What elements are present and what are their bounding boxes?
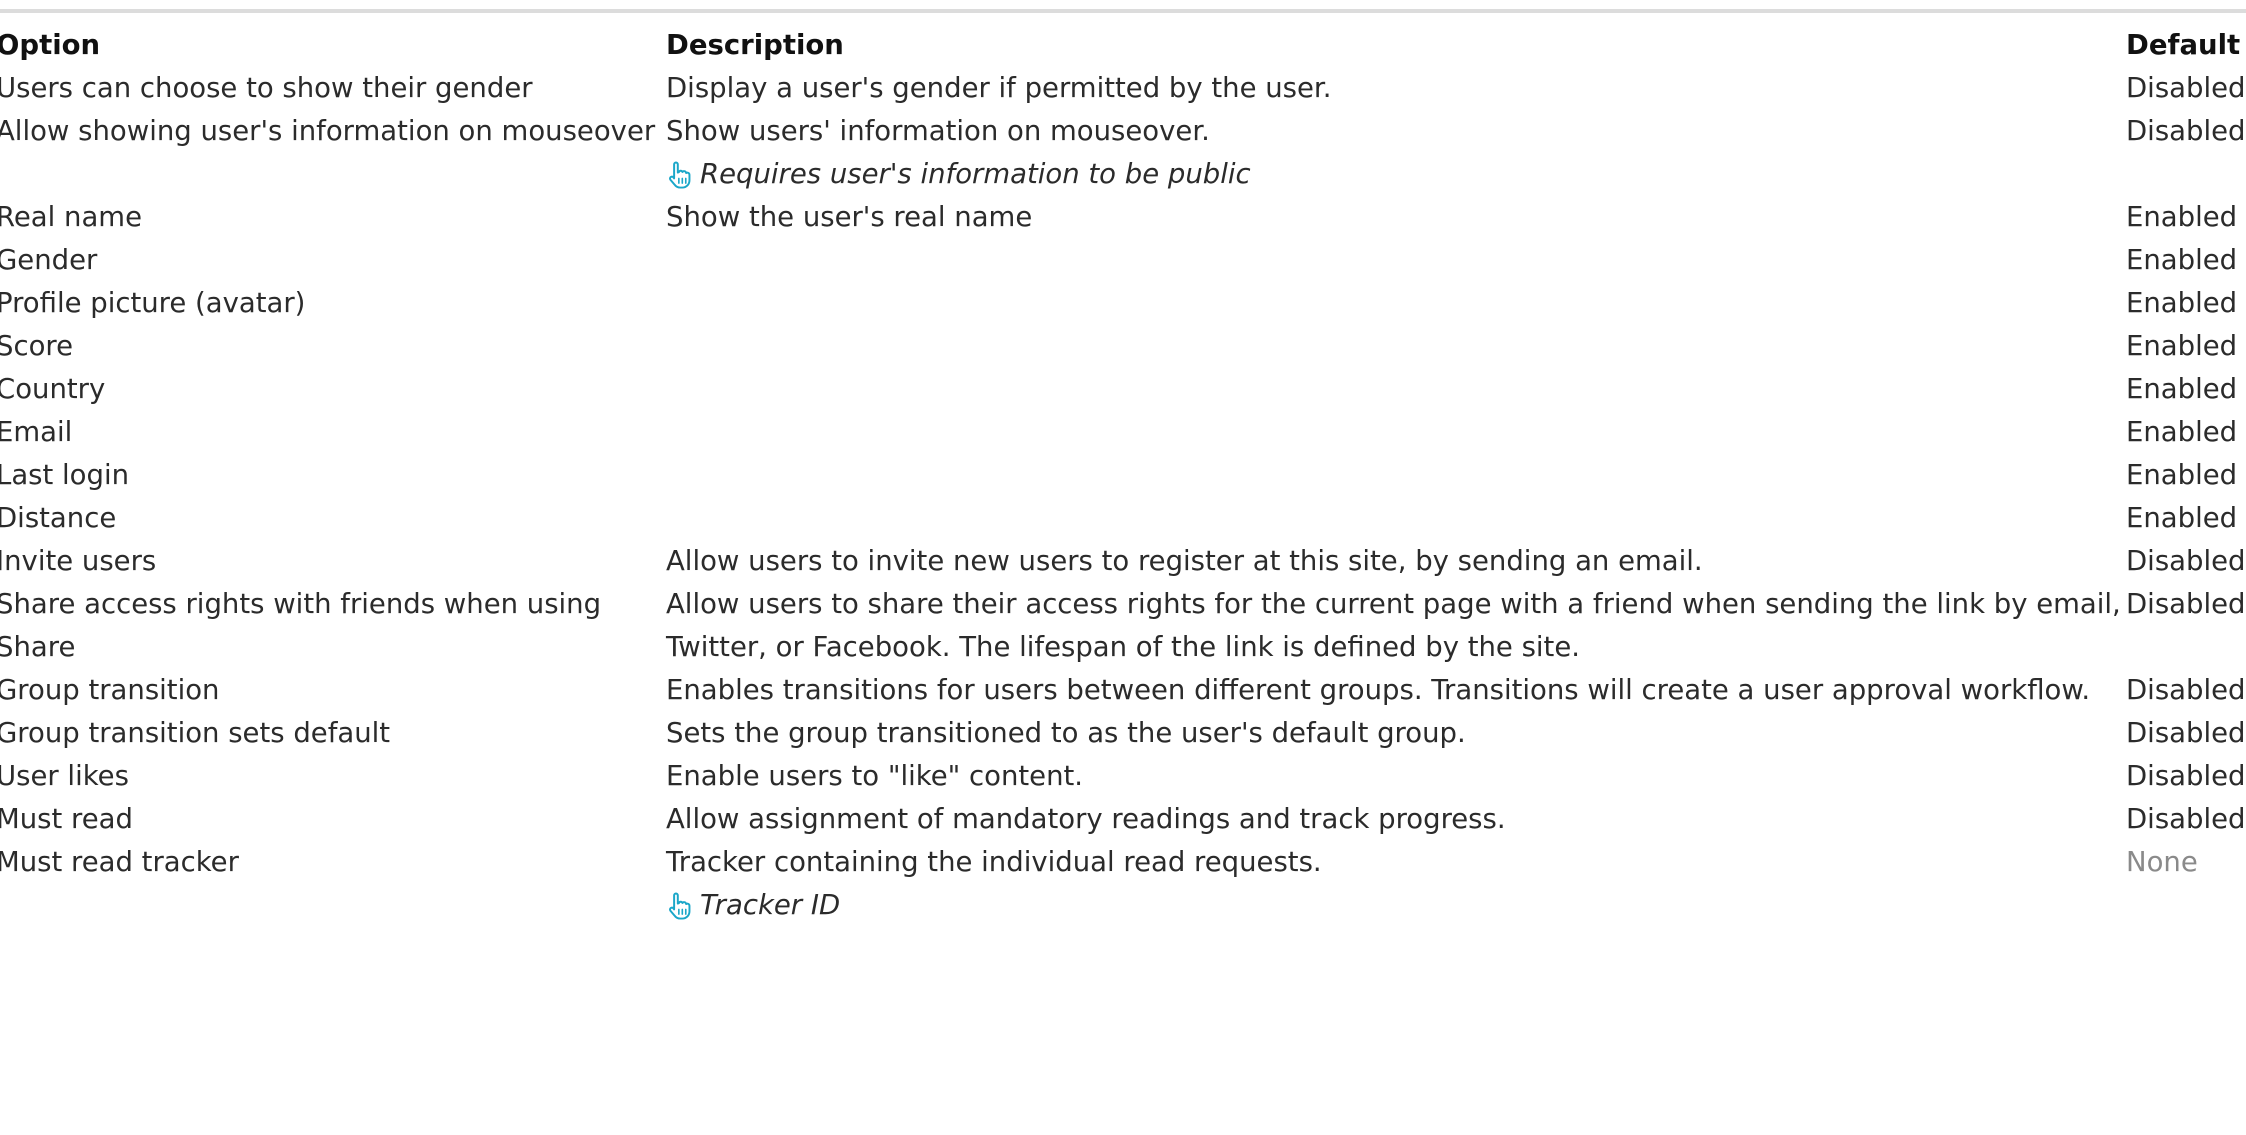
description-text: Display a user's gender if permitted by … xyxy=(666,72,1332,104)
option-name: Must read xyxy=(0,803,133,835)
option-description: Sets the group transitioned to as the us… xyxy=(666,712,2126,755)
option-name: Country xyxy=(0,373,106,405)
default-value: Disabled xyxy=(2126,803,2246,835)
note-text: Tracker ID xyxy=(700,889,841,921)
option-description: Allow users to share their access rights… xyxy=(666,583,2126,669)
header-option: Option xyxy=(0,29,101,61)
option-name: User likes xyxy=(0,760,129,792)
note-text: Requires user's information to be public xyxy=(700,158,1251,190)
top-divider xyxy=(0,9,2246,13)
default-value: None xyxy=(2126,846,2198,878)
option-name: Distance xyxy=(0,502,117,534)
description-note: Requires user's information to be public xyxy=(666,153,2126,196)
option-name: Score xyxy=(0,330,74,362)
table-row: Gender Enabled xyxy=(0,239,2246,282)
option-name: Users can choose to show their gender xyxy=(0,72,533,104)
table-row: Users can choose to show their gender Dis… xyxy=(0,67,2246,110)
table-row: Score Enabled xyxy=(0,325,2246,368)
table-row: Distance Enabled xyxy=(0,497,2246,540)
table-row: Group transition Enables transitions for … xyxy=(0,669,2246,712)
option-name: Gender xyxy=(0,244,98,276)
description-text: Allow users to invite new users to regis… xyxy=(666,545,1703,577)
table-row: Profile picture (avatar) Enabled xyxy=(0,282,2246,325)
table-header-row: Option Description Default xyxy=(0,24,2246,67)
description-text: Enable users to "like" content. xyxy=(666,760,1084,792)
option-name: Allow showing user's information on mous… xyxy=(0,115,656,147)
option-name: Invite users xyxy=(0,545,157,577)
description-text: Show the user's real name xyxy=(666,201,1033,233)
pointing-hand-icon xyxy=(666,160,694,190)
table-row: Group transition sets default Sets the gr… xyxy=(0,712,2246,755)
default-value: Disabled xyxy=(2126,588,2246,620)
default-value: Disabled xyxy=(2126,717,2246,749)
pointing-hand-icon xyxy=(666,891,694,921)
default-value: Disabled xyxy=(2126,545,2246,577)
default-value: Enabled xyxy=(2126,373,2238,405)
option-name: Group transition xyxy=(0,674,220,706)
default-value: Enabled xyxy=(2126,416,2238,448)
table-row: Real name Show the user's real name Enable… xyxy=(0,196,2246,239)
table-row: Must read tracker Tracker containing the … xyxy=(0,841,2246,927)
option-description: Allow assignment of mandatory readings a… xyxy=(666,798,2126,841)
description-note: Tracker ID xyxy=(666,884,2126,927)
table-row: Last login Enabled xyxy=(0,454,2246,497)
option-name: Share access rights with friends when us… xyxy=(0,588,602,663)
option-description: Allow users to invite new users to regis… xyxy=(666,540,2126,583)
default-value: Enabled xyxy=(2126,459,2238,491)
header-description: Description xyxy=(666,29,844,61)
default-value: Disabled xyxy=(2126,674,2246,706)
default-value: Disabled xyxy=(2126,72,2246,104)
table-body: Users can choose to show their gender Dis… xyxy=(0,67,2246,927)
option-name: Email xyxy=(0,416,73,448)
default-value: Enabled xyxy=(2126,244,2238,276)
table-row: Email Enabled xyxy=(0,411,2246,454)
option-description: Enables transitions for users between di… xyxy=(666,669,2126,712)
table-row: Must read Allow assignment of mandatory r… xyxy=(0,798,2246,841)
description-text: Tracker containing the individual read r… xyxy=(666,846,1322,878)
table-row: Share access rights with friends when us… xyxy=(0,583,2246,669)
header-default: Default xyxy=(2126,29,2241,61)
option-name: Group transition sets default xyxy=(0,717,391,749)
table-row: Allow showing user's information on mous… xyxy=(0,110,2246,196)
option-description: Enable users to "like" content. xyxy=(666,755,2126,798)
default-value: Enabled xyxy=(2126,287,2238,319)
table-row: Country Enabled xyxy=(0,368,2246,411)
option-description: Display a user's gender if permitted by … xyxy=(666,67,2126,110)
table-row: User likes Enable users to "like" content… xyxy=(0,755,2246,798)
table-row: Invite users Allow users to invite new us… xyxy=(0,540,2246,583)
default-value: Enabled xyxy=(2126,201,2238,233)
description-text: Show users' information on mouseover. xyxy=(666,115,1210,147)
option-name: Profile picture (avatar) xyxy=(0,287,306,319)
description-text: Allow users to share their access rights… xyxy=(666,588,2121,663)
option-description: Tracker containing the individual read r… xyxy=(666,841,2126,927)
description-text: Enables transitions for users between di… xyxy=(666,674,2091,706)
option-name: Last login xyxy=(0,459,130,491)
description-text: Sets the group transitioned to as the us… xyxy=(666,717,1466,749)
default-value: Enabled xyxy=(2126,330,2238,362)
default-value: Enabled xyxy=(2126,502,2238,534)
option-description: Show the user's real name xyxy=(666,196,2126,239)
description-text: Allow assignment of mandatory readings a… xyxy=(666,803,1506,835)
default-value: Disabled xyxy=(2126,115,2246,147)
option-name: Must read tracker xyxy=(0,846,239,878)
option-description: Show users' information on mouseover. Req… xyxy=(666,110,2126,196)
option-name: Real name xyxy=(0,201,143,233)
default-value: Disabled xyxy=(2126,760,2246,792)
preferences-table: Option Description Default Users can cho… xyxy=(0,24,2246,927)
